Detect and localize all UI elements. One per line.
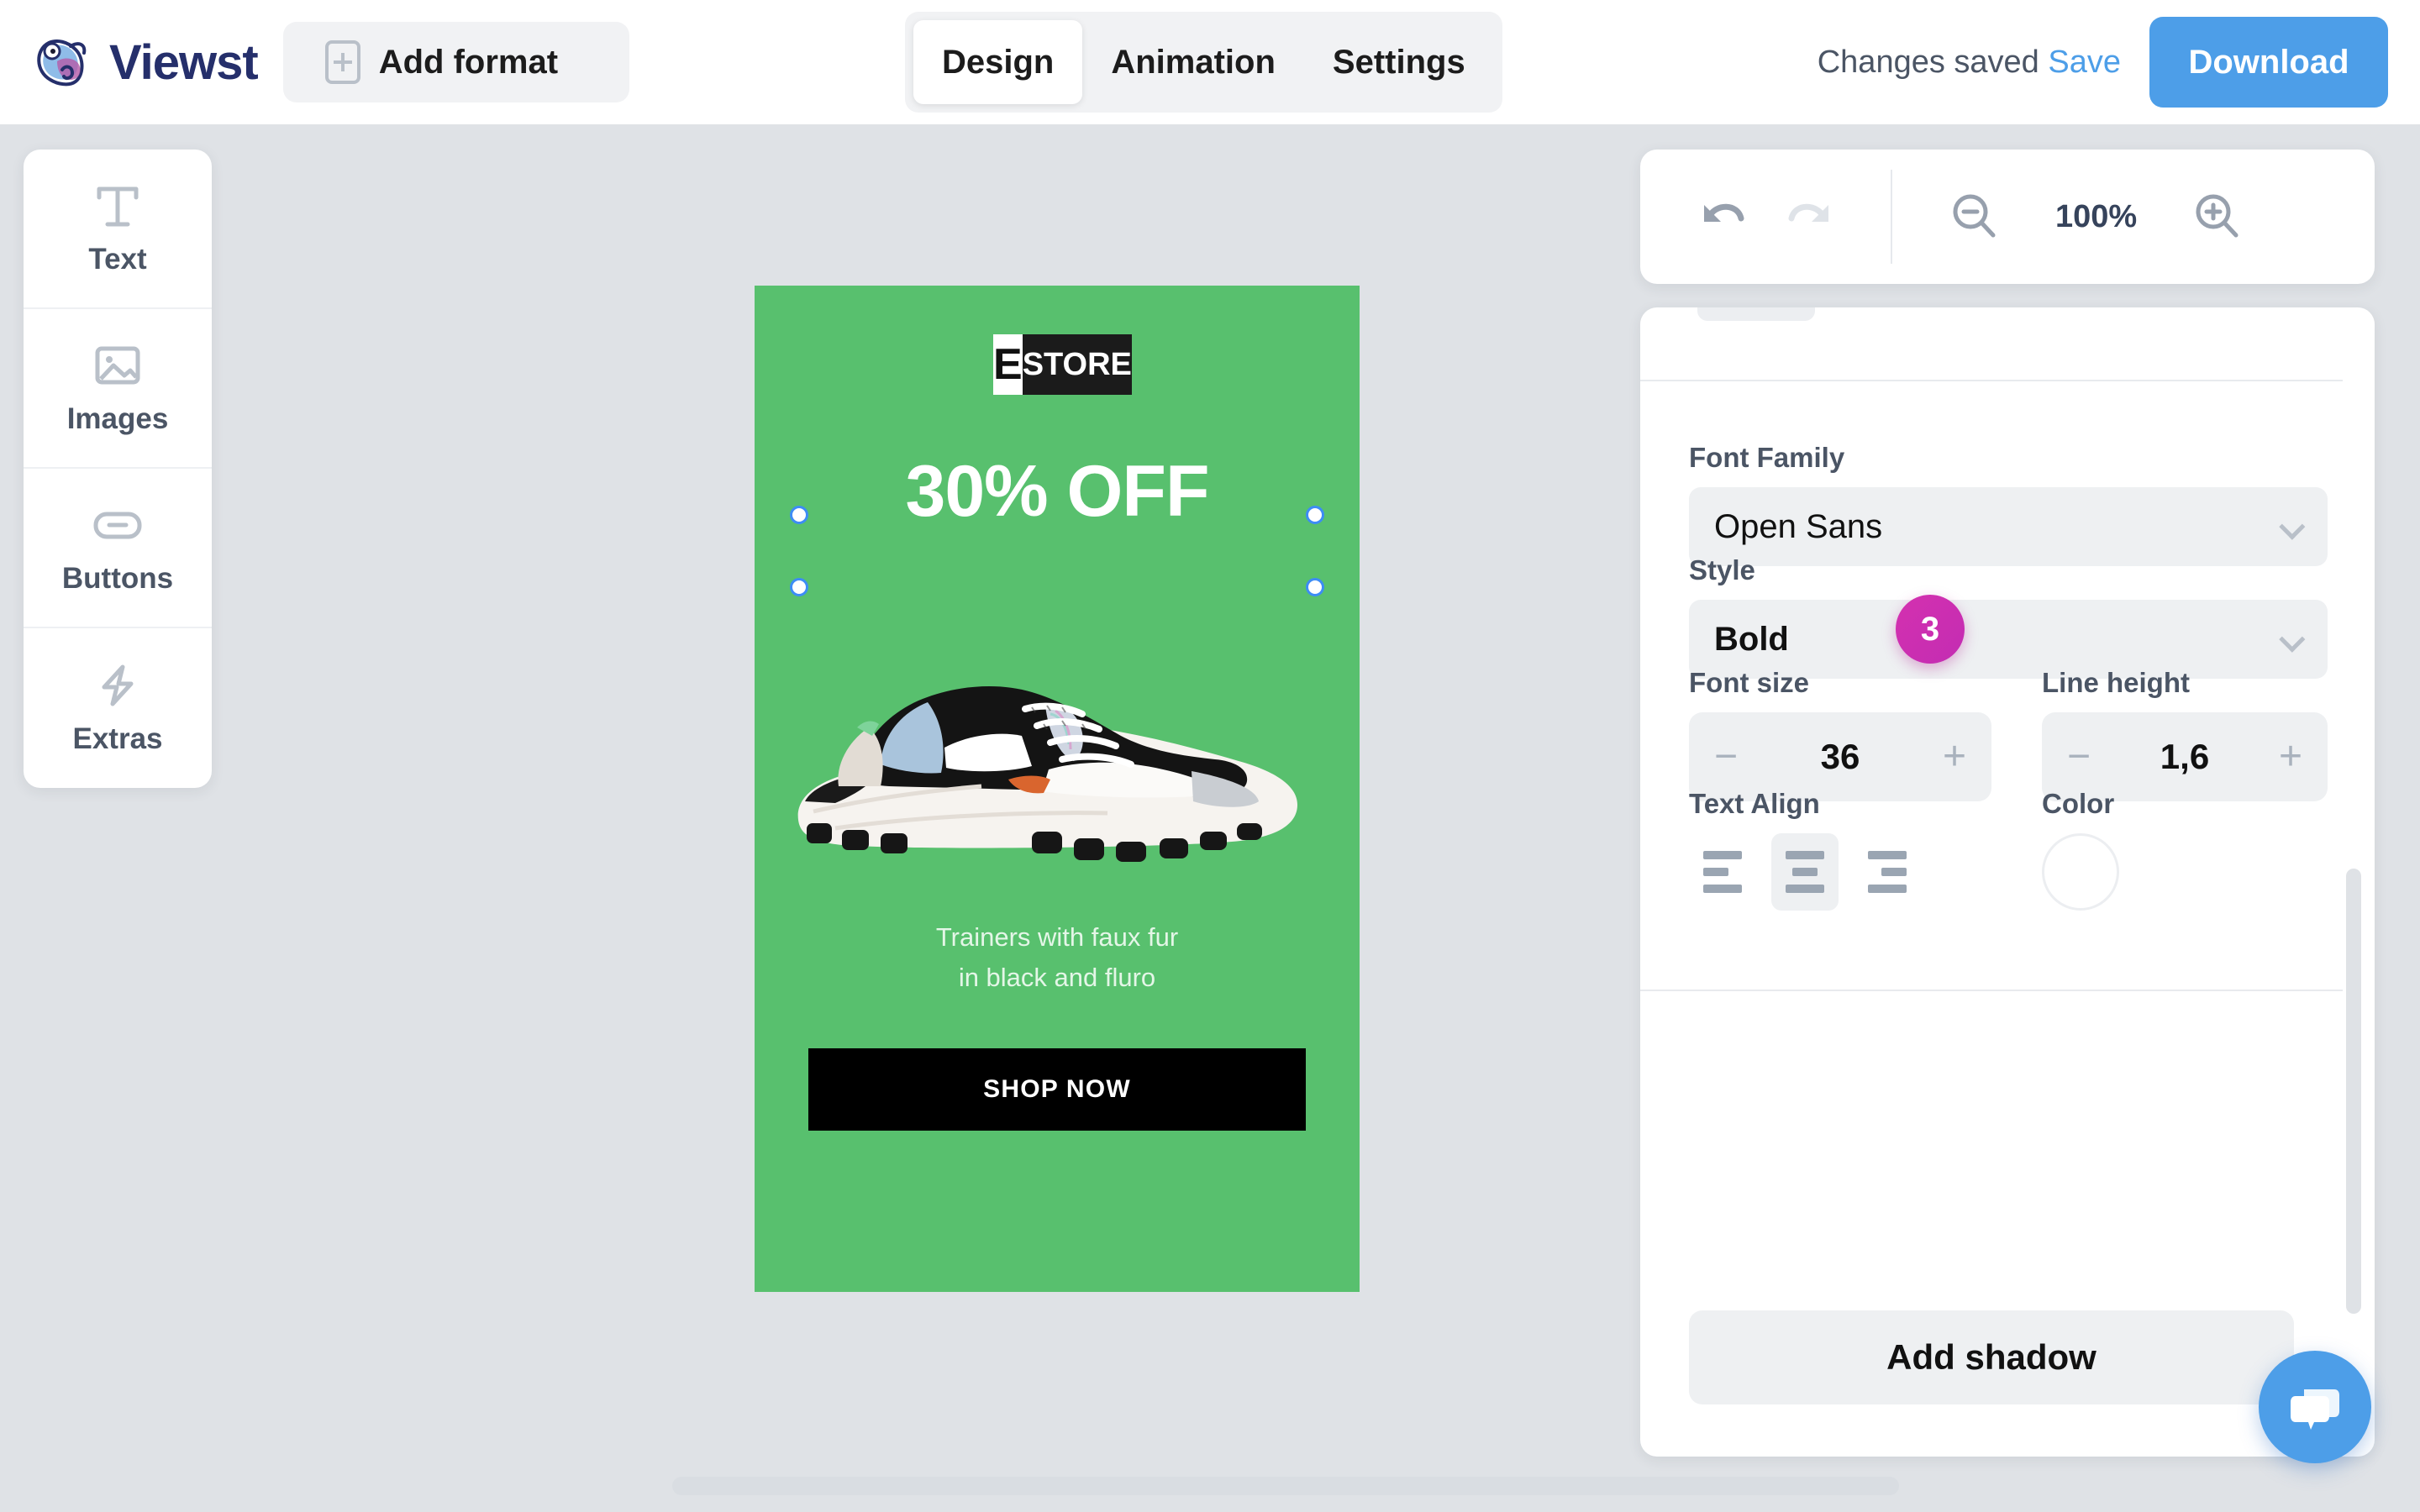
selection-handle-top-left[interactable] xyxy=(790,506,808,524)
redo-arrow-icon[interactable] xyxy=(1783,193,1835,240)
product-image[interactable] xyxy=(755,622,1360,890)
chat-support-button[interactable] xyxy=(2259,1351,2371,1463)
selection-handle-top-right[interactable] xyxy=(1306,506,1324,524)
color-swatch[interactable] xyxy=(2042,833,2119,911)
chevron-down-icon xyxy=(2279,626,2306,653)
left-toolbar: Text Images Buttons Extras xyxy=(24,150,212,788)
align-center-button[interactable] xyxy=(1771,833,1839,911)
style-label: Style xyxy=(1689,554,1755,585)
sidebar-item-buttons[interactable]: Buttons xyxy=(24,469,212,628)
line-height-value: 1,6 xyxy=(2160,737,2210,776)
zoom-level: 100% xyxy=(2055,198,2138,234)
font-size-label: Font size xyxy=(1689,667,1810,698)
font-size-decrement[interactable]: − xyxy=(1714,737,1738,777)
zoom-toolbar: 100% xyxy=(1640,150,2375,284)
history-controls xyxy=(1640,193,1835,240)
undo-arrow-icon[interactable] xyxy=(1697,193,1749,240)
sidebar-item-label: Images xyxy=(66,402,169,435)
subtext-line-2: in black and fluro xyxy=(958,963,1156,993)
panel-vertical-scrollbar[interactable] xyxy=(2346,869,2361,1314)
sidebar-item-label: Buttons xyxy=(61,562,174,595)
lightning-bolt-icon xyxy=(91,660,145,711)
text-align-group xyxy=(1689,833,1921,911)
tab-animation[interactable]: Animation xyxy=(1082,20,1304,104)
canvas-horizontal-scrollbar[interactable] xyxy=(672,1477,1899,1495)
font-family-field: Font Family Open Sans xyxy=(1689,442,2328,566)
text-t-icon xyxy=(91,181,145,231)
sidebar-item-text[interactable]: Text xyxy=(24,150,212,309)
app-header: Viewst Add format Design Animation Setti… xyxy=(0,0,2420,124)
plus-frame-icon xyxy=(324,40,360,84)
sidebar-item-images[interactable]: Images xyxy=(24,309,212,469)
shop-now-button[interactable]: SHOP NOW xyxy=(808,1048,1306,1131)
save-status: Changes saved Save xyxy=(1818,45,2121,81)
image-picture-icon xyxy=(91,340,145,391)
chameleon-logo-icon xyxy=(32,28,101,97)
align-left-button[interactable] xyxy=(1689,833,1756,911)
sidebar-item-label: Text xyxy=(88,243,147,276)
scrolled-off-control xyxy=(1697,307,1815,321)
text-align-field: Text Align xyxy=(1689,788,1921,911)
style-field: Style Bold 3 xyxy=(1689,554,2328,679)
tab-design[interactable]: Design xyxy=(913,20,1083,104)
brand: Viewst xyxy=(32,28,259,97)
magnifier-plus-icon[interactable] xyxy=(2191,190,2244,244)
save-status-label: Changes saved xyxy=(1817,44,2039,80)
line-height-field: Line height − 1,6 + xyxy=(2042,667,2328,801)
canvas-subtext[interactable]: Trainers with faux fur in black and flur… xyxy=(755,917,1360,998)
design-canvas[interactable]: E STORE 30% OFF Trainers with faux fur i… xyxy=(755,286,1360,1292)
add-format-label: Add format xyxy=(378,43,559,81)
logo-mark: E xyxy=(993,334,1023,395)
brand-name: Viewst xyxy=(109,34,259,90)
text-properties-panel: Font Family Open Sans Style Bold 3 Font … xyxy=(1640,307,2375,1457)
headline-text[interactable]: 30% OFF xyxy=(755,450,1360,533)
rounded-button-icon xyxy=(91,500,145,550)
selection-handle-bottom-right[interactable] xyxy=(1306,578,1324,596)
font-family-label: Font Family xyxy=(1689,442,1845,473)
align-right-button[interactable] xyxy=(1854,833,1921,911)
chevron-down-icon xyxy=(2279,513,2306,540)
toolbar-divider xyxy=(1891,170,1892,264)
font-size-field: Font size − 36 + xyxy=(1689,667,1991,801)
sidebar-item-label: Extras xyxy=(72,722,163,755)
panel-divider-top xyxy=(1640,380,2343,381)
add-format-button[interactable]: Add format xyxy=(282,22,629,102)
panel-divider-bottom xyxy=(1640,990,2343,991)
font-family-value: Open Sans xyxy=(1714,507,1883,545)
estore-logo[interactable]: E STORE xyxy=(993,334,1132,395)
color-field: Color xyxy=(2042,788,2119,911)
download-button[interactable]: Download xyxy=(2149,17,2388,108)
font-size-value: 36 xyxy=(1820,737,1860,776)
sidebar-item-extras[interactable]: Extras xyxy=(24,628,212,788)
main-tabs: Design Animation Settings xyxy=(905,12,1502,113)
step-badge-3[interactable]: 3 xyxy=(1896,595,1965,664)
line-height-decrement[interactable]: − xyxy=(2067,737,2091,777)
selection-handle-bottom-left[interactable] xyxy=(790,578,808,596)
text-align-label: Text Align xyxy=(1689,788,1820,819)
color-label: Color xyxy=(2042,788,2115,819)
font-size-increment[interactable]: + xyxy=(1943,737,1966,777)
magnifier-minus-icon[interactable] xyxy=(1948,190,2002,244)
save-link[interactable]: Save xyxy=(2048,45,2121,80)
line-height-label: Line height xyxy=(2042,667,2190,698)
chat-bubble-icon xyxy=(2291,1389,2339,1430)
style-value: Bold xyxy=(1714,620,1789,658)
tab-settings[interactable]: Settings xyxy=(1304,20,1494,104)
line-height-increment[interactable]: + xyxy=(2279,737,2302,777)
header-actions: Changes saved Save Download xyxy=(1818,0,2388,124)
subtext-line-1: Trainers with faux fur xyxy=(935,922,1179,952)
logo-word: STORE xyxy=(1022,334,1132,395)
add-shadow-button[interactable]: Add shadow xyxy=(1689,1310,2294,1404)
zoom-controls: 100% xyxy=(1948,190,2244,244)
